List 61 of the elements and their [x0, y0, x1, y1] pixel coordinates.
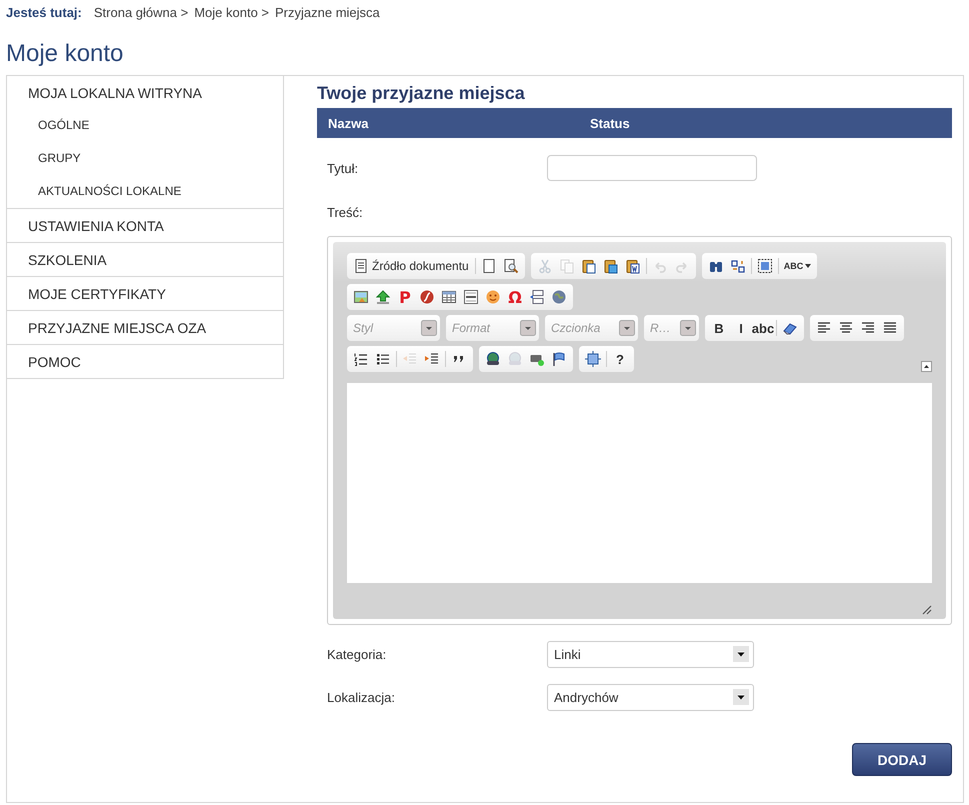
add-button[interactable]: DODAJ	[852, 743, 952, 776]
sidebar-item[interactable]: PRZYJAZNE MIEJSCA OZA	[7, 311, 283, 344]
field-label: Tytuł:	[327, 160, 360, 176]
breadcrumb-link[interactable]: Strona główna >	[94, 4, 188, 20]
format-button[interactable]: I	[730, 318, 752, 338]
column-header: Status	[590, 116, 631, 130]
smiley-icon	[485, 289, 501, 305]
sidebar-subitem[interactable]: AKTUALNOŚCI LOKALNE	[7, 175, 283, 208]
location-select[interactable]: Andrychów	[547, 684, 754, 710]
caret-icon	[619, 320, 635, 336]
sidebar-subitem[interactable]: OGÓLNE	[7, 109, 283, 142]
category-select[interactable]: Linki	[547, 640, 754, 668]
sidebar-item[interactable]: MOJE CERTYFIKATY	[7, 277, 283, 310]
globe-icon	[551, 289, 567, 305]
maximize-button[interactable]	[582, 349, 604, 369]
select-all-icon	[756, 258, 773, 274]
sidebar-subitem[interactable]: GRUPY	[7, 142, 283, 175]
caret-icon	[520, 320, 536, 336]
replace-icon	[730, 258, 746, 274]
sidebar-item[interactable]: MOJA LOKALNA WITRYNA	[7, 76, 283, 109]
title-input[interactable]	[547, 155, 757, 181]
clipboard-icon	[580, 258, 597, 274]
field-label: Lokalizacja:	[327, 690, 396, 704]
link-globe-icon	[507, 351, 523, 367]
maximize-icon	[585, 351, 601, 367]
table-icon	[441, 289, 457, 305]
document-icon	[353, 258, 369, 274]
sidebar-item[interactable]: USTAWIENIA KONTA	[7, 209, 283, 242]
field-label: Kategoria:	[327, 646, 388, 662]
flash-circle-icon	[419, 289, 435, 305]
scissors-icon	[536, 258, 553, 274]
format-button[interactable]: abc	[752, 318, 774, 338]
format-button[interactable]: P	[394, 287, 416, 307]
caret-icon	[421, 320, 437, 336]
clipboard-icon	[602, 258, 619, 274]
format-button[interactable]: B	[708, 318, 730, 338]
caret-icon	[805, 264, 812, 268]
collapse-icon[interactable]	[921, 361, 932, 372]
magnifier-page-icon	[502, 258, 519, 274]
page-icon	[480, 258, 497, 274]
image-icon	[353, 289, 369, 305]
caret-icon	[680, 320, 696, 336]
page-title: Moje konto	[6, 40, 124, 68]
resize-grip-icon[interactable]	[920, 603, 932, 615]
column-header: Nazwa	[328, 116, 370, 130]
clipboard-icon	[624, 258, 641, 274]
upload-arrow-icon	[375, 289, 391, 305]
breadcrumb-label: Jesteś tutaj:	[6, 4, 82, 20]
sidebar-item[interactable]: POMOC	[7, 345, 283, 378]
breadcrumb-link[interactable]: Moje konto >	[194, 4, 269, 20]
bullet-list-icon	[375, 351, 391, 367]
page-break-icon	[529, 289, 545, 305]
breadcrumb-link[interactable]: Przyjazne miejsca	[275, 4, 380, 20]
field-label: Treść:	[327, 204, 364, 220]
numbered-list-icon	[353, 351, 369, 367]
sidebar-item[interactable]: SZKOLENIA	[7, 243, 283, 276]
flag-icon	[551, 351, 567, 367]
section-title: Twoje przyjazne miejsca	[317, 82, 526, 105]
link-globe-icon	[485, 351, 501, 367]
copy-icon	[558, 258, 575, 274]
format-button[interactable]: Ω	[504, 287, 526, 307]
